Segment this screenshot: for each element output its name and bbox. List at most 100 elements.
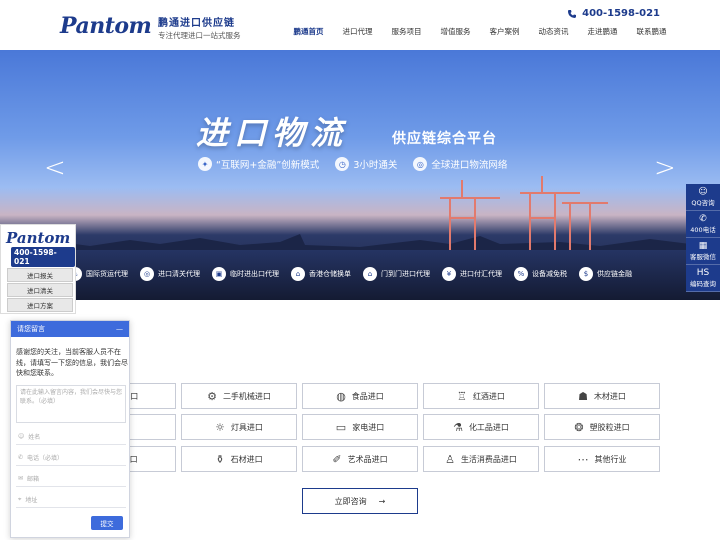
feature-label: “互联网+金融”创新模式 [216, 160, 320, 171]
product-item[interactable]: ◍ 食品进口 [302, 383, 418, 409]
nav-value-added[interactable]: 增值服务 [431, 26, 480, 37]
crane-image [440, 176, 608, 258]
feature-internet-finance: ✦ “互联网+金融”创新模式 [198, 157, 319, 171]
main-nav: 鹏通首页 进口代理 服务项目 增值服务 客户案例 动态资讯 走进鹏通 联系鹏通 [284, 26, 676, 37]
nav-contact[interactable]: 联系鹏通 [627, 26, 676, 37]
service-label: 进口清关代理 [158, 270, 200, 278]
product-item[interactable]: ♙ 生活消费品进口 [423, 446, 539, 472]
product-label: 家电进口 [352, 422, 385, 432]
product-item[interactable]: ❂ 塑胶粒进口 [544, 414, 660, 440]
import-clearance-button[interactable]: 进口清关 [7, 283, 73, 297]
page-root: Pantom 鹏通进口供应链 专注代理进口一站式服务 400-1598-021 … [0, 0, 720, 540]
wine-icon: ♖ [457, 389, 467, 403]
feature-label: 全球进口物流网络 [431, 160, 508, 171]
site-logo[interactable]: Pantom [60, 13, 152, 39]
email-field[interactable]: ✉ 邮箱 [16, 471, 126, 487]
nav-cases[interactable]: 客户案例 [480, 26, 529, 37]
product-label: 生活消费品进口 [460, 454, 517, 464]
banner-features: ✦ “互联网+金融”创新模式 ◷ 3小时通关 ◎ 全球进口物流网络 [198, 157, 507, 171]
float-logo: Pantom [6, 229, 71, 247]
chat-header: 请您留言 — [11, 321, 129, 337]
field-placeholder: 邮箱 [27, 476, 40, 483]
wood-icon: ☗ [578, 389, 588, 403]
field-placeholder: 地址 [25, 497, 38, 504]
service-payment[interactable]: ¥ 进口付汇代理 [436, 267, 508, 281]
brand-title: 鹏通进口供应链 [158, 18, 235, 29]
feature-global-network: ◎ 全球进口物流网络 [413, 157, 507, 171]
message-textarea[interactable]: 请在此输入留言内容，我们会尽快与您联系。（必填） [16, 385, 126, 423]
warehouse-icon: ⌂ [291, 267, 305, 281]
service-hk-warehouse[interactable]: ⌂ 香港仓储换单 [285, 267, 357, 281]
consult-now-button[interactable]: 立即咨询 → [302, 488, 418, 514]
nav-import-agency[interactable]: 进口代理 [333, 26, 382, 37]
qq-consult-button[interactable]: ☺ QQ咨询 [686, 184, 720, 211]
product-item[interactable]: ✐ 艺术品进口 [302, 446, 418, 472]
arrow-right-icon: → [378, 496, 386, 506]
nav-about[interactable]: 走进鹏通 [578, 26, 627, 37]
submit-button[interactable]: 提交 [91, 516, 123, 530]
handshake-icon: ✦ [198, 157, 212, 171]
product-item[interactable]: ☗ 木材进口 [544, 383, 660, 409]
more-icon: ⋯ [577, 452, 589, 466]
carousel-next-button[interactable]: > [654, 153, 676, 183]
product-item[interactable]: ⚗ 化工品进口 [423, 414, 539, 440]
phone-field[interactable]: ✆ 电话（必填） [16, 450, 126, 466]
lamp-icon: ☼ [215, 420, 225, 434]
service-label: 国际货运代理 [86, 270, 128, 278]
phone-icon [568, 9, 577, 18]
product-label: 化工品进口 [468, 422, 509, 432]
service-customs[interactable]: ◎ 进口清关代理 [134, 267, 206, 281]
left-quick-panel: Pantom 400-1598-021 进口报关 进口清关 进口方案 [0, 224, 76, 314]
hero-banner: 进口物流 供应链综合平台 ✦ “互联网+金融”创新模式 ◷ 3小时通关 ◎ 全球… [0, 50, 720, 300]
art-icon: ✐ [332, 452, 342, 466]
wechat-button[interactable]: ▦ 客服微信 [686, 238, 720, 265]
location-icon: ⌖ [18, 495, 22, 503]
service-door-to-door[interactable]: ⌂ 门到门进口代理 [357, 267, 436, 281]
right-contact-bar: ☺ QQ咨询 ✆ 400电话 ▦ 客服微信 HS 编码查询 [686, 184, 720, 292]
name-field[interactable]: ☺ 姓名 [16, 429, 126, 445]
chat-message: 感谢您的关注，当前客服人员不在线，请填写一下您的信息，我们会尽快和您联系。 [16, 348, 128, 377]
money-icon: ¥ [442, 267, 456, 281]
phone-button[interactable]: ✆ 400电话 [686, 211, 720, 238]
rf-label: 编码查询 [690, 280, 716, 288]
finance-icon: $ [579, 267, 593, 281]
shirt-icon: ♙ [445, 452, 455, 466]
stone-icon: ⚱ [215, 452, 225, 466]
service-temporary[interactable]: ▣ 临时进出口代理 [206, 267, 285, 281]
minimize-icon[interactable]: — [116, 325, 123, 333]
product-item[interactable]: ♖ 红酒进口 [423, 383, 539, 409]
nav-news[interactable]: 动态资讯 [529, 26, 578, 37]
service-finance[interactable]: $ 供应链金融 [573, 267, 638, 281]
service-tax[interactable]: % 设备减免税 [508, 267, 573, 281]
service-label: 临时进出口代理 [230, 270, 279, 278]
field-placeholder: 姓名 [28, 434, 41, 441]
product-item[interactable]: ☼ 灯具进口 [181, 414, 297, 440]
service-label: 香港仓储换单 [309, 270, 351, 278]
nav-home[interactable]: 鹏通首页 [284, 26, 333, 37]
import-plan-button[interactable]: 进口方案 [7, 298, 73, 312]
rf-label: 客服微信 [690, 253, 716, 261]
product-item[interactable]: ⋯ 其他行业 [544, 446, 660, 472]
phone-icon: ✆ [18, 454, 24, 461]
plastic-icon: ❂ [574, 420, 584, 434]
field-placeholder: 电话（必填） [27, 455, 64, 462]
import-declaration-button[interactable]: 进口报关 [7, 268, 73, 282]
nav-services[interactable]: 服务项目 [382, 26, 431, 37]
address-field[interactable]: ⌖ 地址 [16, 492, 126, 508]
chat-title: 请您留言 [17, 325, 45, 333]
product-label: 其他行业 [594, 454, 627, 464]
carousel-prev-button[interactable]: < [44, 153, 66, 183]
brand-subtitle: 专注代理进口一站式服务 [158, 31, 241, 40]
product-label: 石材进口 [230, 454, 263, 464]
globe-icon: ◎ [140, 267, 154, 281]
service-label: 供应链金融 [597, 270, 632, 278]
service-label: 设备减免税 [532, 270, 567, 278]
product-item[interactable]: ⚱ 石材进口 [181, 446, 297, 472]
product-item[interactable]: ⚙ 二手机械进口 [181, 383, 297, 409]
product-item[interactable]: ▭ 家电进口 [302, 414, 418, 440]
leave-message-widget: 请您留言 — 感谢您的关注，当前客服人员不在线，请填写一下您的信息，我们会尽快和… [10, 320, 130, 538]
product-label: 二手机械进口 [222, 391, 271, 401]
hs-code-button[interactable]: HS 编码查询 [686, 265, 720, 292]
phone-number: 400-1598-021 [582, 8, 660, 19]
product-label: 食品进口 [351, 391, 384, 401]
